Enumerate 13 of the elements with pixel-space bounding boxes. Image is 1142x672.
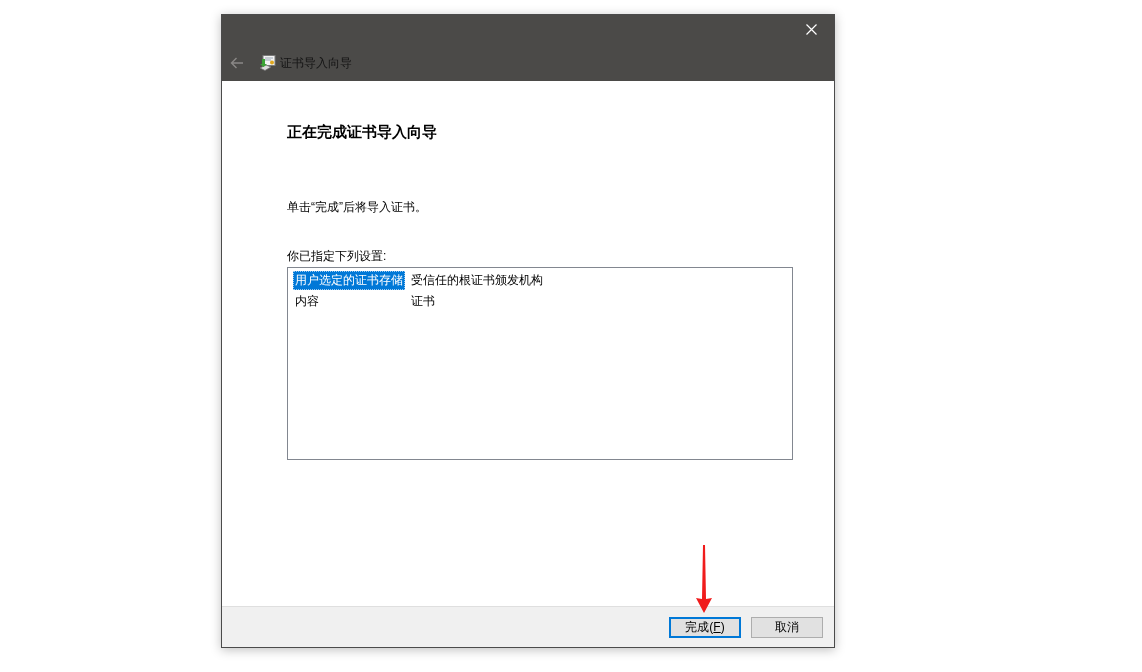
page-heading: 正在完成证书导入向导 [287,123,437,141]
list-cell: 受信任的根证书颁发机构 [411,272,543,289]
list-cell[interactable]: 内容 [293,292,321,311]
dialog-button[interactable]: 完成(F) [669,616,741,638]
list-cell: 证书 [411,293,435,310]
dialog-button[interactable]: 取消 [751,616,823,638]
list-cell[interactable]: 用户选定的证书存储 [293,271,405,290]
instruction-text: 单击“完成”后将导入证书。 [287,200,427,215]
settings-label: 你已指定下列设置: [287,249,387,264]
close-icon [805,24,817,35]
back-arrow-icon [230,56,244,69]
down-arrow-icon [696,545,712,613]
certificate-icon [259,54,276,71]
